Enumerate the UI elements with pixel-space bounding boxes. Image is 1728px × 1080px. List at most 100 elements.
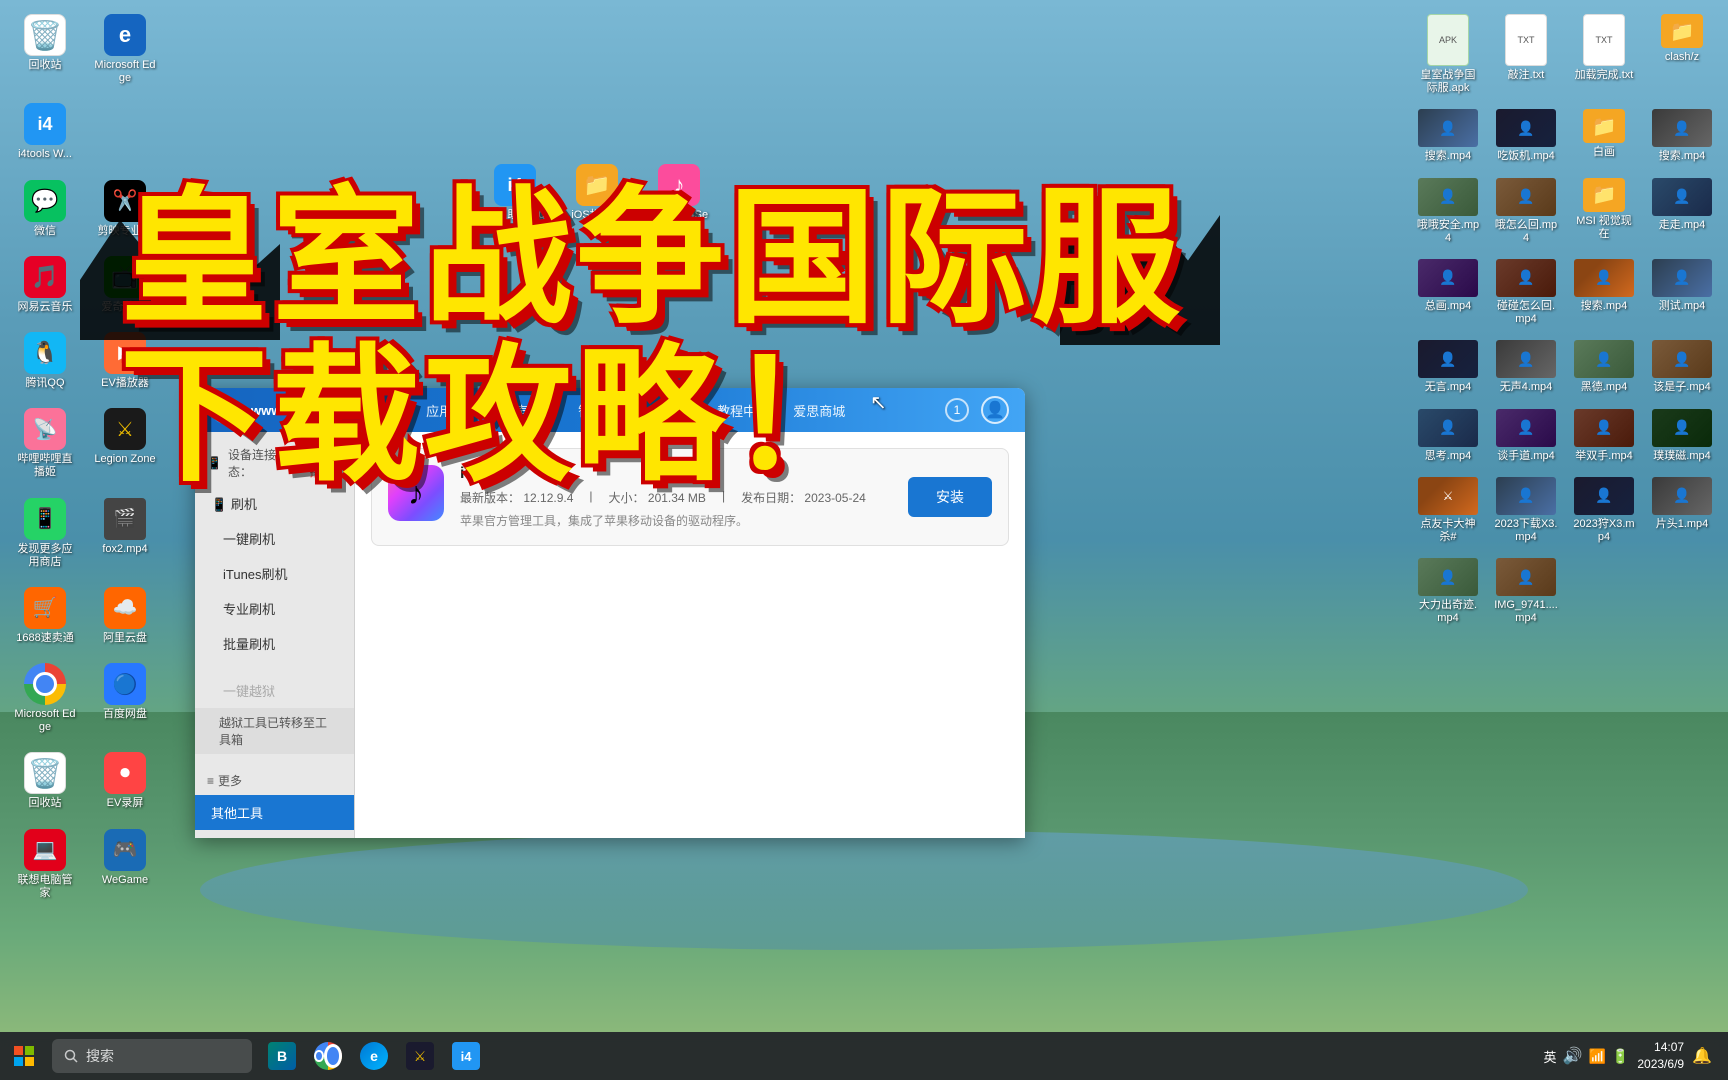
desktop-icon-game2[interactable]: ⚔ 点友卡大神杀#	[1412, 473, 1484, 548]
edge-icon: e	[104, 14, 146, 56]
desktop-icon-recycle3[interactable]: 🗑️ 回收站	[10, 748, 80, 814]
desktop-icon-vid5[interactable]: 👤 总画.mp4	[1412, 255, 1484, 330]
taskbar-icon-i4[interactable]: i4	[444, 1034, 488, 1078]
sidebar-item-flash[interactable]: 📱 刷机	[195, 486, 354, 521]
taskbar-search[interactable]: 搜索	[52, 1039, 252, 1073]
taskbar-icon-edge[interactable]: e	[352, 1034, 396, 1078]
taskbar-icon-game[interactable]: ⚔	[398, 1034, 442, 1078]
sidebar-item-other-tools[interactable]: 其他工具	[195, 795, 354, 830]
desktop-icon-baidu[interactable]: 🔵 百度网盘	[90, 659, 160, 738]
desktop-icon-chrome[interactable]: Microsoft Edge	[10, 659, 80, 738]
desktop-icon-fox2[interactable]: 🎬 fox2.mp4	[90, 494, 160, 573]
bilibili-icon: 📡	[24, 408, 66, 450]
desktop-icon-qq[interactable]: 🐧 腾讯QQ	[10, 328, 80, 394]
nav-toolbox[interactable]: 工具箱	[654, 397, 693, 424]
bilibili-label: 哔哩哔哩直播姬	[14, 453, 76, 479]
nav-appgame[interactable]: 应用游戏	[426, 397, 478, 424]
desktop-icon-vid15[interactable]: 👤 举双手.mp4	[1568, 405, 1640, 467]
vid-eat-label: 吃饭机.mp4	[1497, 150, 1554, 163]
taskbar-icon-bing[interactable]: B	[260, 1034, 304, 1078]
desktop-icon-txt2[interactable]: TXT 加载完成.txt	[1568, 10, 1640, 99]
notification-icon[interactable]: 🔔	[1692, 1046, 1712, 1066]
desktop-icon-vid7[interactable]: 👤 搜索.mp4	[1568, 255, 1640, 330]
desktop-icon-msi[interactable]: 📁 MSI 视觉现在	[1568, 174, 1640, 249]
desktop-icon-vid1[interactable]: 👤 搜索.mp4	[1646, 105, 1718, 167]
desktop-icon-pic[interactable]: 📁 白画	[1568, 105, 1640, 167]
lenovo-label: 联想电脑管家	[14, 874, 76, 900]
desktop-icon-bilibili[interactable]: 📡 哔哩哔哩直播姬	[10, 404, 80, 483]
desktop-icon-vid8[interactable]: 👤 测试.mp4	[1646, 255, 1718, 330]
desktop-icon-wechat[interactable]: 💬 微信	[10, 176, 80, 242]
desktop-icon-iosfolder[interactable]: 📁 iOS相关应用	[562, 160, 632, 239]
desktop-icon-ev2[interactable]: ⏺ EV录屏	[90, 748, 160, 814]
desktop-icon-vid18[interactable]: 👤 2023狩X3.mp4	[1568, 473, 1640, 548]
desktop-icon-vid11[interactable]: 👤 黑德.mp4	[1568, 336, 1640, 398]
itunes-date: 2023-05-24	[804, 491, 865, 505]
desktop-icon-img[interactable]: 👤 IMG_9741....mp4	[1490, 554, 1562, 629]
desktop-icon-vid6[interactable]: 👤 碰碰怎么回.mp4	[1490, 255, 1562, 330]
desktop-icon-apk[interactable]: APK 皇室战争国际服.apk	[1412, 10, 1484, 99]
vid18-label: 2023狩X3.mp4	[1572, 518, 1636, 544]
desktop-icon-vid19[interactable]: 👤 片头1.mp4	[1646, 473, 1718, 548]
notification-badge[interactable]: 1	[945, 398, 969, 422]
desktop-icon-aliyun[interactable]: ☁️ 阿里云盘	[90, 583, 160, 649]
desktop-icon-vid14[interactable]: 👤 谈手道.mp4	[1490, 405, 1562, 467]
desktop-icon-wangyiyun[interactable]: 🎵 网易云音乐	[10, 252, 80, 318]
itunes-install-button[interactable]: 安装	[908, 477, 992, 517]
user-avatar[interactable]: 👤	[981, 396, 1009, 424]
desktop-icon-vid17[interactable]: 👤 2023下载X3.mp4	[1490, 473, 1562, 548]
nav-mydevice[interactable]: 我的设备	[350, 397, 402, 424]
device-status-label: 设备连接状态：	[228, 446, 304, 480]
icon-row-6: 📱 发现更多应用商店 🎬 fox2.mp4	[10, 494, 160, 573]
desktop-icon-recycle[interactable]: 🗑️ 回收站	[10, 10, 80, 89]
nav-tutorial[interactable]: 教程中心	[717, 397, 769, 424]
vid14-label: 谈手道.mp4	[1497, 450, 1554, 463]
desktop-icon-edge[interactable]: e Microsoft Edge	[90, 10, 160, 89]
vid13-thumb: 👤	[1418, 409, 1478, 447]
desktop-icon-1688[interactable]: 🛒 1688速卖通	[10, 583, 80, 649]
start-button[interactable]	[0, 1032, 48, 1080]
desktop-icon-clash[interactable]: 📁 clash/z	[1646, 10, 1718, 99]
desktop-icon-lenovo[interactable]: 💻 联想电脑管家	[10, 825, 80, 904]
desktop-icon-i4flash[interactable]: i4 爱思助手7.0	[480, 160, 550, 239]
desktop-icon-vid-eat[interactable]: 👤 吃饭机.mp4	[1490, 105, 1562, 167]
device-status-section: 📱 设备连接状态： 未连接	[195, 440, 354, 486]
taskbar-icon-chrome[interactable]	[306, 1034, 350, 1078]
desktop-icon-txt1[interactable]: TXT 敲注.txt	[1490, 10, 1562, 99]
desktop-icon-vid-search[interactable]: 👤 搜索.mp4	[1412, 105, 1484, 167]
desktop-icon-legionzone[interactable]: ⚔ Legion Zone	[90, 404, 160, 483]
sidebar-item-batch-flash[interactable]: 批量刷机	[195, 626, 354, 661]
sidebar-item-pro-flash[interactable]: 专业刷机	[195, 591, 354, 626]
desktop-icon-vid13[interactable]: 👤 思考.mp4	[1412, 405, 1484, 467]
desktop-icon-vid4[interactable]: 👤 走走.mp4	[1646, 174, 1718, 249]
taskbar-chrome-icon	[314, 1042, 342, 1070]
desktop-icon-store[interactable]: 📱 发现更多应用商店	[10, 494, 80, 573]
desktop-icon-wegame[interactable]: 🎮 WeGame	[90, 825, 160, 904]
desktop-icon-vid10[interactable]: 👤 无声4.mp4	[1490, 336, 1562, 398]
desktop-icon-itunessetup[interactable]: ♪ iTunes64Set...	[644, 160, 714, 239]
desktop-icon-i4tools[interactable]: i4 i4tools W...	[10, 99, 80, 165]
desktop-icon-vid3[interactable]: 👤 哦怎么回.mp4	[1490, 174, 1562, 249]
app-window: i4 www.i4.cn 我的设备 应用游戏 种声壁纸 智能刷机 工具箱 教程中…	[195, 388, 1025, 838]
aliyun-label: 阿里云盘	[103, 632, 147, 645]
desktop-icon-vid12[interactable]: 👤 该是子.mp4	[1646, 336, 1718, 398]
desktop-icon-vid9[interactable]: 👤 无言.mp4	[1412, 336, 1484, 398]
sidebar-item-onekey-flash[interactable]: 一键刷机	[195, 521, 354, 556]
desktop-icons-left: 🗑️ 回收站 e Microsoft Edge i4 i4tools W... …	[10, 10, 160, 904]
clash-label: clash/z	[1665, 51, 1699, 64]
nav-smartflash[interactable]: 智能刷机	[578, 397, 630, 424]
desktop-icon-vid20[interactable]: 👤 大力出奇迹.mp4	[1412, 554, 1484, 629]
sidebar-item-itunes-flash[interactable]: iTunes刷机	[195, 556, 354, 591]
more-icon: ≡	[207, 774, 214, 788]
nav-store[interactable]: 爱思商城	[793, 397, 845, 424]
sidebar-more[interactable]: ≡ 更多	[195, 766, 354, 795]
i4tools-label: i4tools W...	[18, 148, 72, 161]
nav-wallpaper[interactable]: 种声壁纸	[502, 397, 554, 424]
desktop-icon-vid16[interactable]: 👤 璞璞磁.mp4	[1646, 405, 1718, 467]
itunes-title: iTunes	[460, 465, 892, 483]
icon-row-10: 💻 联想电脑管家 🎮 WeGame	[10, 825, 160, 904]
desktop-icon-vid2[interactable]: 👤 哦哦安全.mp4	[1412, 174, 1484, 249]
vid12-thumb: 👤	[1652, 340, 1712, 378]
1688-label: 1688速卖通	[16, 632, 73, 645]
sidebar-item-download-firm[interactable]: 下载固件	[195, 830, 354, 838]
